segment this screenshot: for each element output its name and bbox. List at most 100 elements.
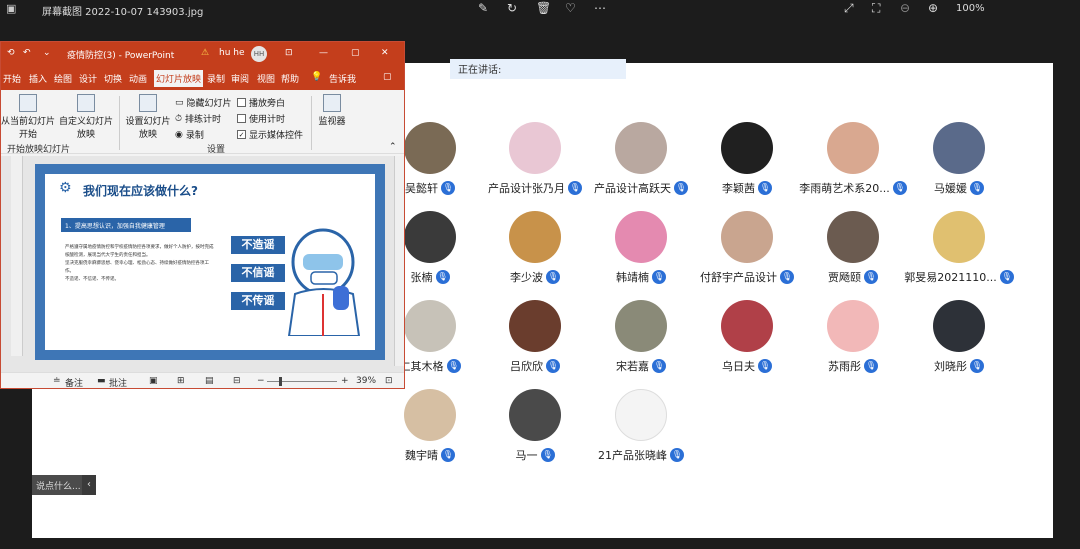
avatar (721, 122, 773, 174)
participant-tile[interactable]: 乌日夫 🎙 (692, 300, 802, 374)
quick-access-icon[interactable]: ⌄ (43, 48, 51, 58)
fit-icon[interactable]: ⛶ (872, 1, 880, 16)
participant-tile[interactable]: 产品设计张乃月 🎙 (480, 122, 590, 196)
tab-5[interactable]: 动画 (129, 72, 147, 85)
chat-input-tab[interactable]: 说点什么... ‹ (32, 475, 96, 495)
hide-slide-icon: ▭ (175, 97, 184, 108)
notes-icon[interactable]: ≐ (53, 376, 61, 386)
checkbox-empty[interactable] (237, 114, 246, 123)
participant-name-row: 吕欣欣 🎙 (510, 358, 560, 374)
comments-icon[interactable]: ▬ (97, 376, 106, 386)
custom-show-button[interactable]: 自定义幻灯片放映 (59, 94, 113, 140)
tab-1[interactable]: 插入 (29, 72, 47, 85)
edit-icon[interactable]: ✎ (478, 1, 488, 15)
reading-view-icon[interactable]: ▤ (205, 376, 214, 386)
tab-7[interactable]: 录制 (207, 72, 225, 85)
participant-tile[interactable]: 魏宇晴 🎙 (375, 389, 485, 463)
chevron-left-icon[interactable]: ‹ (82, 475, 96, 495)
record-icon: ◉ (175, 129, 183, 140)
avatar[interactable]: HH (251, 46, 267, 62)
zoom-slider-thumb[interactable] (279, 377, 282, 386)
participant-tile[interactable]: 郭旻易2021110... 🎙 (904, 211, 1014, 285)
mic-icon: 🎙 (970, 359, 984, 373)
close-icon[interactable]: ✕ (381, 48, 389, 58)
tab-10[interactable]: 帮助 (281, 72, 299, 85)
comment-icon[interactable]: ▢ (383, 72, 392, 82)
ribbon-display-icon[interactable]: ⊡ (285, 48, 293, 58)
avatar (509, 211, 561, 263)
setup-show-button[interactable]: 设置幻灯片放映 (123, 94, 173, 140)
from-current-slide-button[interactable]: 从当前幻灯片开始 (1, 94, 55, 140)
zoom-level: 100% (956, 3, 985, 14)
setup-show-label: 设置幻灯片放映 (125, 117, 171, 140)
participant-tile[interactable]: 付舒宇产品设计 🎙 (692, 211, 802, 285)
more-icon[interactable]: ⋯ (594, 1, 606, 15)
tab-4[interactable]: 切换 (104, 72, 122, 85)
zoom-minus-icon[interactable]: − (257, 376, 265, 386)
tab-9[interactable]: 视图 (257, 72, 275, 85)
participant-name-row: 刘晓彤 🎙 (934, 358, 984, 374)
zoom-out-icon[interactable]: ⊖ (900, 1, 910, 15)
avatar (509, 122, 561, 174)
current-slide[interactable]: ⚙ 我们现在应该做什么? 1、提高思想认识，加强自我健康管理 严格遵守属地疫情防… (35, 164, 385, 360)
thumbnail-scrollbar[interactable] (11, 156, 23, 356)
participant-tile[interactable]: 李雨萌艺术系20... 🎙 (798, 122, 908, 196)
participant-tile[interactable]: 李颖茜 🎙 (692, 122, 802, 196)
avatar (827, 122, 879, 174)
zoom-in-icon[interactable]: ⊕ (928, 1, 938, 15)
tab-3[interactable]: 设计 (79, 72, 97, 85)
participant-tile[interactable]: 李少波 🎙 (480, 211, 590, 285)
hide-slide-button[interactable]: ▭ 隐藏幻灯片 (175, 96, 232, 110)
notes-button[interactable]: 备注 (65, 376, 83, 388)
tab-8[interactable]: 审阅 (231, 72, 249, 85)
zoom-plus-icon[interactable]: + (341, 376, 349, 386)
participant-name: 韩靖楠 (616, 271, 649, 284)
restore-icon[interactable]: ▢ (351, 48, 360, 58)
checkbox-empty[interactable] (237, 98, 246, 107)
mic-icon: 🎙 (970, 181, 984, 195)
slide-bullets: 严格遵守属地疫情防控和学校疫情防控各项要求，做好个人防护，按时完成核酸检测，展现… (65, 244, 215, 284)
normal-view-icon[interactable]: ▣ (149, 376, 158, 386)
slideshow-icon (19, 94, 37, 112)
participant-tile[interactable]: 马媛媛 🎙 (904, 122, 1014, 196)
rehearse-button[interactable]: ⏱ 排练计时 (175, 112, 221, 126)
participant-tile[interactable]: 吕欣欣 🎙 (480, 300, 590, 374)
tab-0[interactable]: 开始 (3, 72, 21, 85)
sorter-view-icon[interactable]: ⊞ (177, 376, 185, 386)
participant-tile[interactable]: 贾飏颐 🎙 (798, 211, 908, 285)
participant-name: 张楠 (410, 271, 433, 284)
participant-tile[interactable]: 刘晓彤 🎙 (904, 300, 1014, 374)
slide-scrollbar[interactable] (394, 156, 404, 366)
participant-tile[interactable]: 苏雨彤 🎙 (798, 300, 908, 374)
participant-tile[interactable]: 宋若嘉 🎙 (586, 300, 696, 374)
participant-tile[interactable]: 马一 🎙 (480, 389, 590, 463)
fullscreen-icon[interactable]: ⤢ (844, 1, 854, 16)
delete-icon[interactable]: 🗑 (536, 1, 551, 15)
play-narration-checkbox[interactable]: 播放旁白 (237, 96, 285, 109)
autosave-icon[interactable]: ⟲ (7, 48, 15, 58)
slide-section-bar: 1、提高思想认识，加强自我健康管理 (61, 218, 191, 232)
avatar (933, 300, 985, 352)
slideshow-view-icon[interactable]: ⊟ (233, 376, 241, 386)
avatar (827, 300, 879, 352)
minimize-icon[interactable]: — (319, 48, 328, 58)
participant-tile[interactable]: 韩靖楠 🎙 (586, 211, 696, 285)
collapse-ribbon-icon[interactable]: ⌃ (389, 142, 397, 152)
tab-6[interactable]: 幻灯片放映 (154, 70, 204, 87)
comments-button[interactable]: 批注 (109, 376, 127, 388)
use-timings-checkbox[interactable]: 使用计时 (237, 112, 285, 125)
monitor-button[interactable]: 监视器 (315, 94, 349, 127)
checkbox-checked[interactable]: ✓ (237, 130, 246, 139)
favorite-icon[interactable]: ♡ (565, 1, 576, 15)
zoom-slider[interactable] (267, 381, 337, 382)
record-button[interactable]: ◉ 录制 (175, 128, 204, 142)
fit-slide-icon[interactable]: ⊡ (385, 376, 393, 386)
tab-11[interactable]: 告诉我 (329, 72, 356, 85)
rotate-icon[interactable]: ↻ (507, 1, 517, 15)
show-media-checkbox[interactable]: ✓ 显示媒体控件 (237, 128, 303, 141)
undo-icon[interactable]: ↶ (23, 48, 31, 58)
tab-2[interactable]: 绘图 (54, 72, 72, 85)
participant-tile[interactable]: 21产品张晓峰 🎙 (586, 389, 696, 463)
participant-tile[interactable]: 产品设计高跃天 🎙 (586, 122, 696, 196)
participant-name-row: 魏宇晴 🎙 (405, 447, 455, 463)
